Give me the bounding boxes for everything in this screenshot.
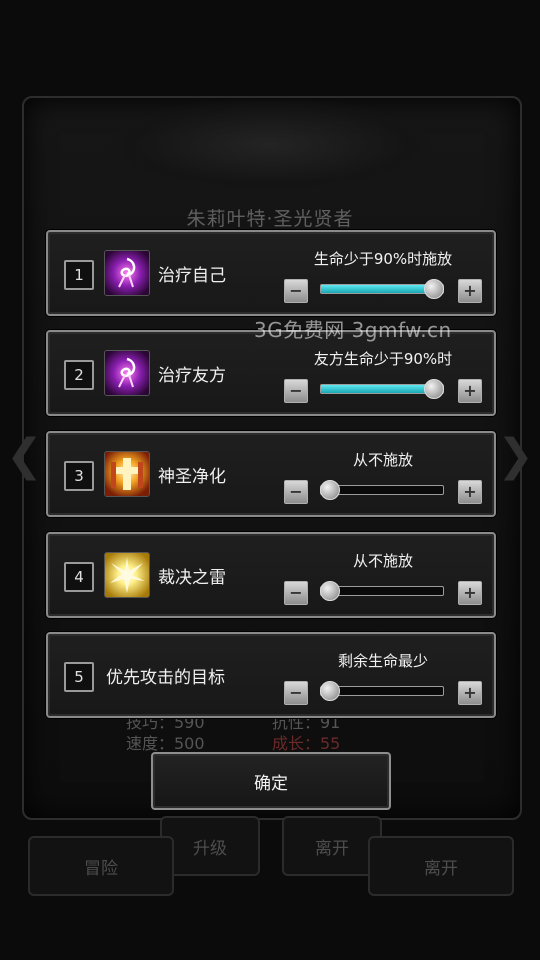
cast-condition: 从不施放 [352, 552, 413, 570]
skill-setting-row: 5 优先攻击的目标 剩余生命最少 − + [46, 632, 496, 718]
decrease-button[interactable]: − [284, 581, 308, 605]
cast-condition: 生命少于90%时施放 [313, 250, 453, 268]
holy-cross-icon [104, 451, 150, 497]
decrease-button[interactable]: − [284, 379, 308, 403]
lightning-burst-icon [104, 552, 150, 598]
condition-slider[interactable] [320, 279, 445, 299]
background-leave-button: 离开 [282, 816, 382, 876]
skill-name: 治疗友方 [158, 366, 226, 386]
priority-number: 5 [64, 662, 94, 692]
confirm-button[interactable]: 确定 [151, 752, 391, 810]
slider-fill [321, 385, 434, 393]
condition-slider[interactable] [320, 379, 445, 399]
priority-number: 2 [64, 360, 94, 390]
background-exit-button: 离开 [368, 836, 514, 896]
slider-knob[interactable] [424, 379, 445, 399]
condition-slider[interactable] [320, 681, 444, 701]
increase-button[interactable]: + [458, 379, 482, 403]
condition-slider[interactable] [320, 480, 444, 500]
skill-name: 裁决之雷 [158, 568, 226, 588]
condition-slider[interactable] [320, 581, 444, 601]
slider-fill [321, 285, 434, 293]
skill-setting-row: 4 裁决之雷 从不施放 − + [46, 532, 496, 618]
cast-condition: 剩余生命最少 [337, 652, 428, 670]
decrease-button[interactable]: − [284, 279, 308, 303]
background-ornament [110, 100, 430, 190]
skill-name: 优先攻击的目标 [106, 668, 225, 688]
priority-number: 3 [64, 461, 94, 491]
background-stats-right: 抗性：91 成长：55 [272, 712, 340, 754]
slider-knob[interactable] [320, 480, 340, 500]
cast-condition: 友方生命少于90%时 [313, 350, 453, 368]
increase-button[interactable]: + [458, 279, 482, 303]
stat-growth: 成长：55 [272, 734, 341, 753]
watermark: 3G免费网 3gmfw.cn [254, 318, 452, 342]
skill-name: 神圣净化 [158, 467, 226, 487]
decrease-button[interactable]: − [284, 681, 308, 705]
increase-button[interactable]: + [458, 581, 482, 605]
increase-button[interactable]: + [458, 480, 482, 504]
stat-speed: 速度：500 [126, 734, 205, 753]
next-arrow-icon: ❯ [497, 430, 534, 481]
purple-spiral-icon [104, 250, 150, 296]
skill-setting-row: 1 治疗自己 生命少于90%时施放 − + [46, 230, 496, 316]
increase-button[interactable]: + [458, 681, 482, 705]
background-stats-left: 技巧：590 速度：500 [126, 712, 205, 754]
priority-number: 4 [64, 562, 94, 592]
slider-knob[interactable] [320, 581, 340, 601]
background-hero-title: 朱莉叶特·圣光贤者 [186, 208, 354, 230]
cast-condition: 从不施放 [352, 451, 413, 469]
prev-arrow-icon: ❮ [6, 430, 43, 481]
slider-knob[interactable] [320, 681, 340, 701]
background-upgrade-button: 升级 [160, 816, 260, 876]
skill-setting-row: 3 神圣净化 从不施放 − + [46, 431, 496, 517]
decrease-button[interactable]: − [284, 480, 308, 504]
skill-name: 治疗自己 [158, 266, 226, 286]
slider-knob[interactable] [424, 279, 445, 299]
purple-spiral-icon [104, 350, 150, 396]
priority-number: 1 [64, 260, 94, 290]
background-adventure-button: 冒险 [28, 836, 174, 896]
